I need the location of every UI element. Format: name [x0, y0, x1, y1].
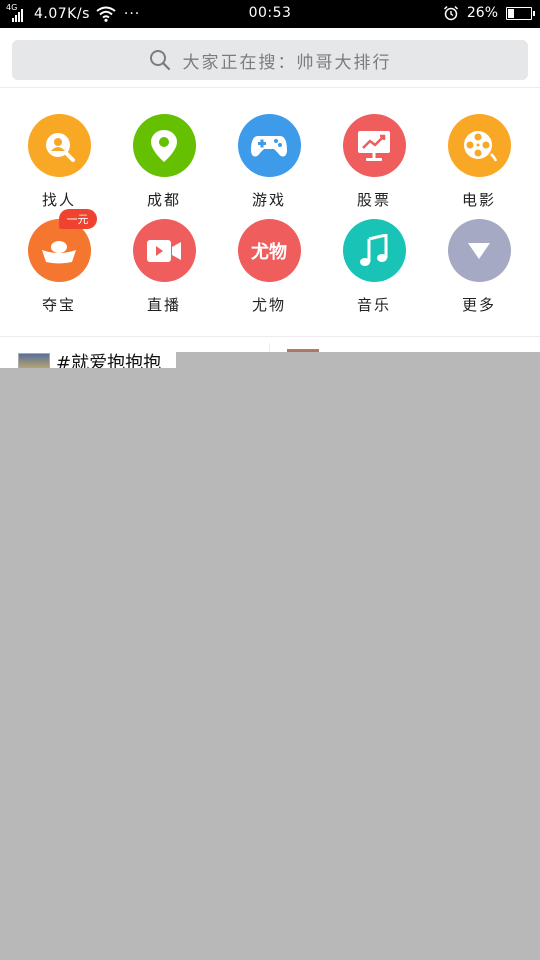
- gamepad-icon: [237, 114, 301, 177]
- shortcut-youwu[interactable]: 尤物 尤物: [215, 219, 323, 323]
- shortcut-label: 音乐: [356, 296, 391, 314]
- promo-badge: 一元: [58, 209, 97, 229]
- youwu-icon-text: 尤物: [251, 241, 287, 263]
- battery-icon: [506, 6, 535, 20]
- gold-ingot-icon: 一元: [27, 209, 97, 282]
- shortcut-label: 股票: [356, 191, 391, 209]
- shortcut-label: 找人: [41, 191, 76, 209]
- shortcut-games[interactable]: 游戏: [215, 114, 323, 218]
- shortcut-label: 游戏: [251, 191, 286, 209]
- status-bar: 4G 4.07K/s ··· 00:53 26%: [0, 0, 540, 28]
- status-right: 26%: [443, 5, 535, 21]
- find-person-icon: [27, 114, 91, 177]
- shortcut-label: 更多: [461, 296, 496, 314]
- music-note-icon: [342, 219, 406, 282]
- shortcut-stocks[interactable]: 股票: [320, 114, 428, 218]
- alarm-icon: [443, 5, 458, 21]
- loading-overlay: [0, 368, 540, 960]
- video-camera-icon: [132, 219, 196, 282]
- search-icon: [149, 50, 170, 71]
- shortcut-label: 尤物: [251, 296, 286, 314]
- search-box[interactable]: 大家正在搜：帅哥大排行: [12, 40, 528, 80]
- shortcut-music[interactable]: 音乐: [320, 219, 428, 323]
- location-pin-icon: [132, 114, 196, 177]
- battery-percent: 26%: [466, 5, 498, 21]
- shortcut-movies[interactable]: 电影: [425, 114, 533, 218]
- search-bar-container: 大家正在搜：帅哥大排行: [0, 28, 540, 88]
- shortcut-more[interactable]: 更多: [425, 219, 533, 323]
- shortcut-live[interactable]: 直播: [110, 219, 218, 323]
- shortcut-grid: 找人 成都 游戏 股票 电影 一元 夺宝 直播 尤物 尤物 音乐 更多: [0, 89, 540, 336]
- shortcut-treasure[interactable]: 一元 夺宝: [5, 209, 113, 323]
- shortcut-label: 电影: [461, 191, 496, 209]
- battery-fill: [508, 8, 515, 18]
- search-placeholder: 大家正在搜：帅哥大排行: [182, 52, 392, 73]
- shortcut-label: 成都: [146, 191, 181, 209]
- triangle-down-icon: [447, 219, 511, 282]
- film-reel-icon: [447, 114, 511, 177]
- youwu-text-icon: 尤物: [237, 219, 301, 282]
- loading-overlay-top: [176, 352, 540, 368]
- shortcut-label: 直播: [146, 296, 181, 314]
- stock-chart-icon: [342, 114, 406, 177]
- shortcut-chengdu[interactable]: 成都: [110, 114, 218, 218]
- shortcut-label: 夺宝: [41, 296, 76, 314]
- shortcut-find-person[interactable]: 找人: [5, 114, 113, 218]
